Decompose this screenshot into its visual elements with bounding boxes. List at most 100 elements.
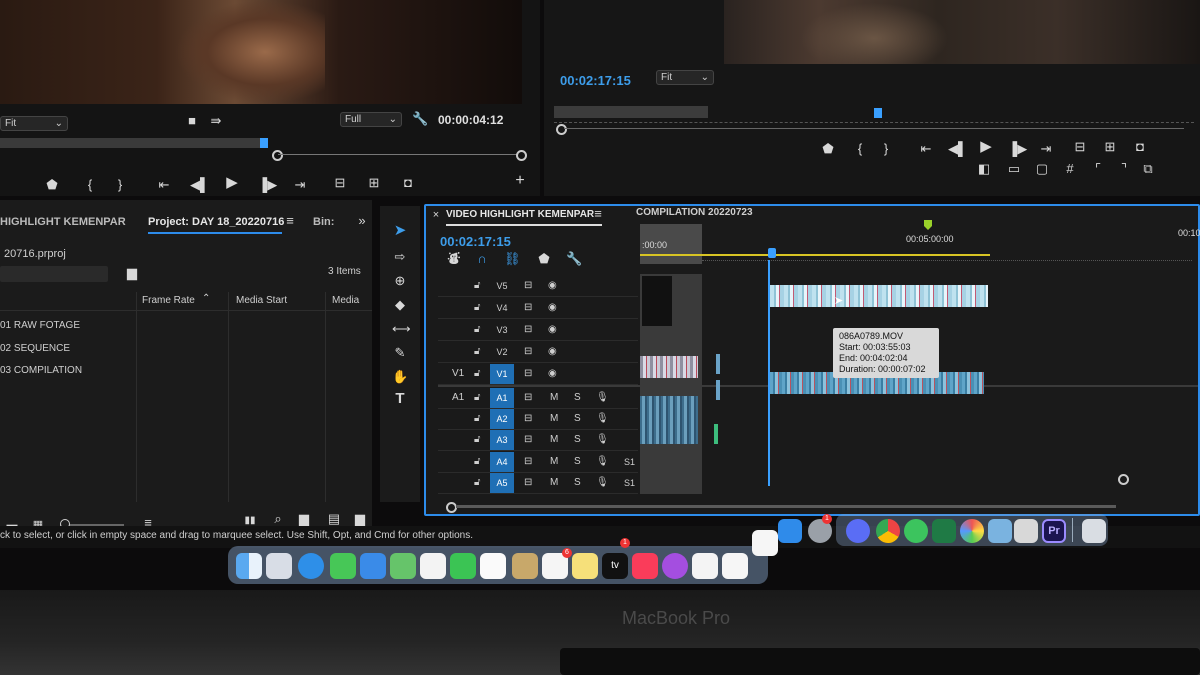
news-icon[interactable]: [692, 553, 718, 579]
timeline-scrollbar[interactable]: [456, 505, 1116, 508]
clip-block-black[interactable]: [642, 276, 672, 326]
marker-icon[interactable]: ⬟: [820, 142, 836, 156]
numbers-icon[interactable]: [722, 553, 748, 579]
sync-lock-icon[interactable]: ⊟: [524, 409, 532, 429]
microphone-icon[interactable]: 🎙︎: [596, 388, 609, 408]
apple-tv-icon[interactable]: tv: [602, 553, 628, 579]
video-clip[interactable]: [640, 356, 698, 378]
mute-button[interactable]: M: [550, 430, 558, 450]
source-zoom-select[interactable]: Fit ⌄: [0, 116, 68, 131]
col-frame-rate[interactable]: Frame Rate: [142, 295, 195, 306]
mark-in-icon[interactable]: {: [852, 142, 868, 156]
solo-button[interactable]: S: [574, 473, 581, 493]
bin-tab[interactable]: Bin:: [313, 216, 334, 228]
source-patch-v1[interactable]: V1: [452, 364, 464, 384]
col-media[interactable]: Media: [332, 295, 359, 306]
lock-icon[interactable]: 🔓︎: [474, 364, 480, 384]
small-clip-audio[interactable]: [716, 380, 720, 400]
wrench-icon[interactable]: 🔧: [412, 112, 428, 126]
eye-icon[interactable]: ◉: [548, 342, 557, 362]
lock-icon[interactable]: 🔓︎: [474, 388, 480, 408]
new-item-icon[interactable]: ▤: [326, 512, 342, 526]
overflow-icon[interactable]: »: [354, 214, 370, 228]
linked-selection-icon[interactable]: ⛓: [504, 252, 521, 266]
grid-icon[interactable]: #: [1062, 162, 1078, 176]
add-marker-icon[interactable]: ⬟: [536, 252, 552, 266]
go-to-out-icon[interactable]: ⇥: [1038, 142, 1054, 156]
sync-lock-icon[interactable]: ⊟: [524, 430, 532, 450]
sort-ascending-icon[interactable]: ⌃: [202, 293, 210, 304]
messages-icon[interactable]: [330, 553, 356, 579]
search-input[interactable]: [0, 266, 108, 282]
music-icon[interactable]: [632, 553, 658, 579]
list-item[interactable]: 01 RAW FOTAGE: [0, 320, 80, 331]
source-playhead[interactable]: [260, 138, 268, 148]
project-tab-left[interactable]: HIGHLIGHT KEMENPAR: [0, 216, 126, 228]
lock-icon[interactable]: 🔓︎: [474, 276, 480, 296]
mute-button[interactable]: M: [550, 388, 558, 408]
lift-icon[interactable]: ⊟: [1072, 140, 1088, 154]
sync-lock-icon[interactable]: ⊟: [524, 364, 532, 384]
timeline-marker-icon[interactable]: [924, 220, 932, 230]
source-timecode[interactable]: 00:00:04:12: [438, 113, 503, 127]
pen-tool-icon[interactable]: ✎: [392, 346, 408, 360]
trim-out-icon[interactable]: ⌝: [1116, 162, 1132, 176]
trim-icon[interactable]: ⌜: [1090, 162, 1106, 176]
microphone-icon[interactable]: 🎙︎: [596, 473, 609, 493]
messenger-icon[interactable]: [846, 519, 870, 543]
mute-button[interactable]: M: [550, 409, 558, 429]
app-store-icon[interactable]: [778, 519, 802, 543]
video-clip-v4[interactable]: [770, 285, 988, 307]
search-icon[interactable]: ⌕: [270, 512, 286, 526]
proxy-toggle-icon[interactable]: ▭: [1006, 162, 1022, 176]
mute-button[interactable]: M: [550, 452, 558, 472]
program-zoom-bar[interactable]: [554, 106, 708, 118]
calculator-icon[interactable]: [1014, 519, 1038, 543]
keynote-icon[interactable]: [752, 530, 778, 556]
finder-icon[interactable]: [236, 553, 262, 579]
go-to-in-icon[interactable]: ⇤: [918, 142, 934, 156]
step-forward-icon[interactable]: ▐▶: [258, 178, 277, 192]
eye-icon[interactable]: ◉: [548, 320, 557, 340]
solo-button[interactable]: S: [574, 388, 581, 408]
timeline-tab-other[interactable]: COMPILATION 20220723: [636, 207, 753, 218]
calendar-icon[interactable]: [480, 553, 506, 579]
program-playhead[interactable]: [874, 108, 882, 118]
lock-icon[interactable]: 🔓︎: [474, 430, 480, 450]
timeline-timecode[interactable]: 00:02:17:15: [440, 234, 511, 249]
trash-icon[interactable]: ▆: [352, 512, 368, 526]
track-label-a5[interactable]: A5: [490, 473, 514, 493]
microphone-icon[interactable]: 🎙︎: [596, 452, 609, 472]
excel-icon[interactable]: [932, 519, 956, 543]
shuttle-icon[interactable]: ⇛: [208, 114, 224, 128]
panel-menu-icon[interactable]: ≡: [590, 207, 606, 221]
audio-clip[interactable]: [640, 396, 698, 444]
col-media-start[interactable]: Media Start: [236, 295, 287, 306]
vr-video-icon[interactable]: ▢: [1034, 162, 1050, 176]
sync-lock-icon[interactable]: ⊟: [524, 298, 532, 318]
program-zoom-select[interactable]: Fit ⌄: [656, 70, 714, 85]
program-scroll-handle-left[interactable]: [556, 124, 567, 135]
eye-icon[interactable]: ◉: [548, 298, 557, 318]
new-bin-icon[interactable]: ▆: [296, 512, 312, 526]
track-label-a3[interactable]: A3: [490, 430, 514, 450]
go-to-in-icon[interactable]: ⇤: [156, 178, 172, 192]
contacts-icon[interactable]: [512, 553, 538, 579]
play-icon[interactable]: ▶: [224, 175, 240, 190]
lock-icon[interactable]: 🔓︎: [474, 452, 480, 472]
track-label-a2[interactable]: A2: [490, 409, 514, 429]
track-area[interactable]: ➤: [638, 260, 1194, 494]
track-select-icon[interactable]: ⇨: [392, 250, 408, 264]
photos-icon[interactable]: [420, 553, 446, 579]
color-picker-icon[interactable]: [960, 519, 984, 543]
trash-icon[interactable]: [1082, 519, 1106, 543]
comparison-view-icon[interactable]: ◧: [976, 162, 992, 176]
small-clip-green[interactable]: [714, 424, 718, 444]
marker-icon[interactable]: ⬟: [44, 178, 60, 192]
mark-out-icon[interactable]: }: [112, 178, 128, 192]
hand-tool-icon[interactable]: ✋: [392, 370, 408, 384]
track-label-a4[interactable]: A4: [490, 452, 514, 472]
facetime-icon[interactable]: [450, 553, 476, 579]
program-scrubber[interactable]: [554, 104, 1194, 135]
timeline-settings-icon[interactable]: 🔧: [566, 252, 582, 266]
